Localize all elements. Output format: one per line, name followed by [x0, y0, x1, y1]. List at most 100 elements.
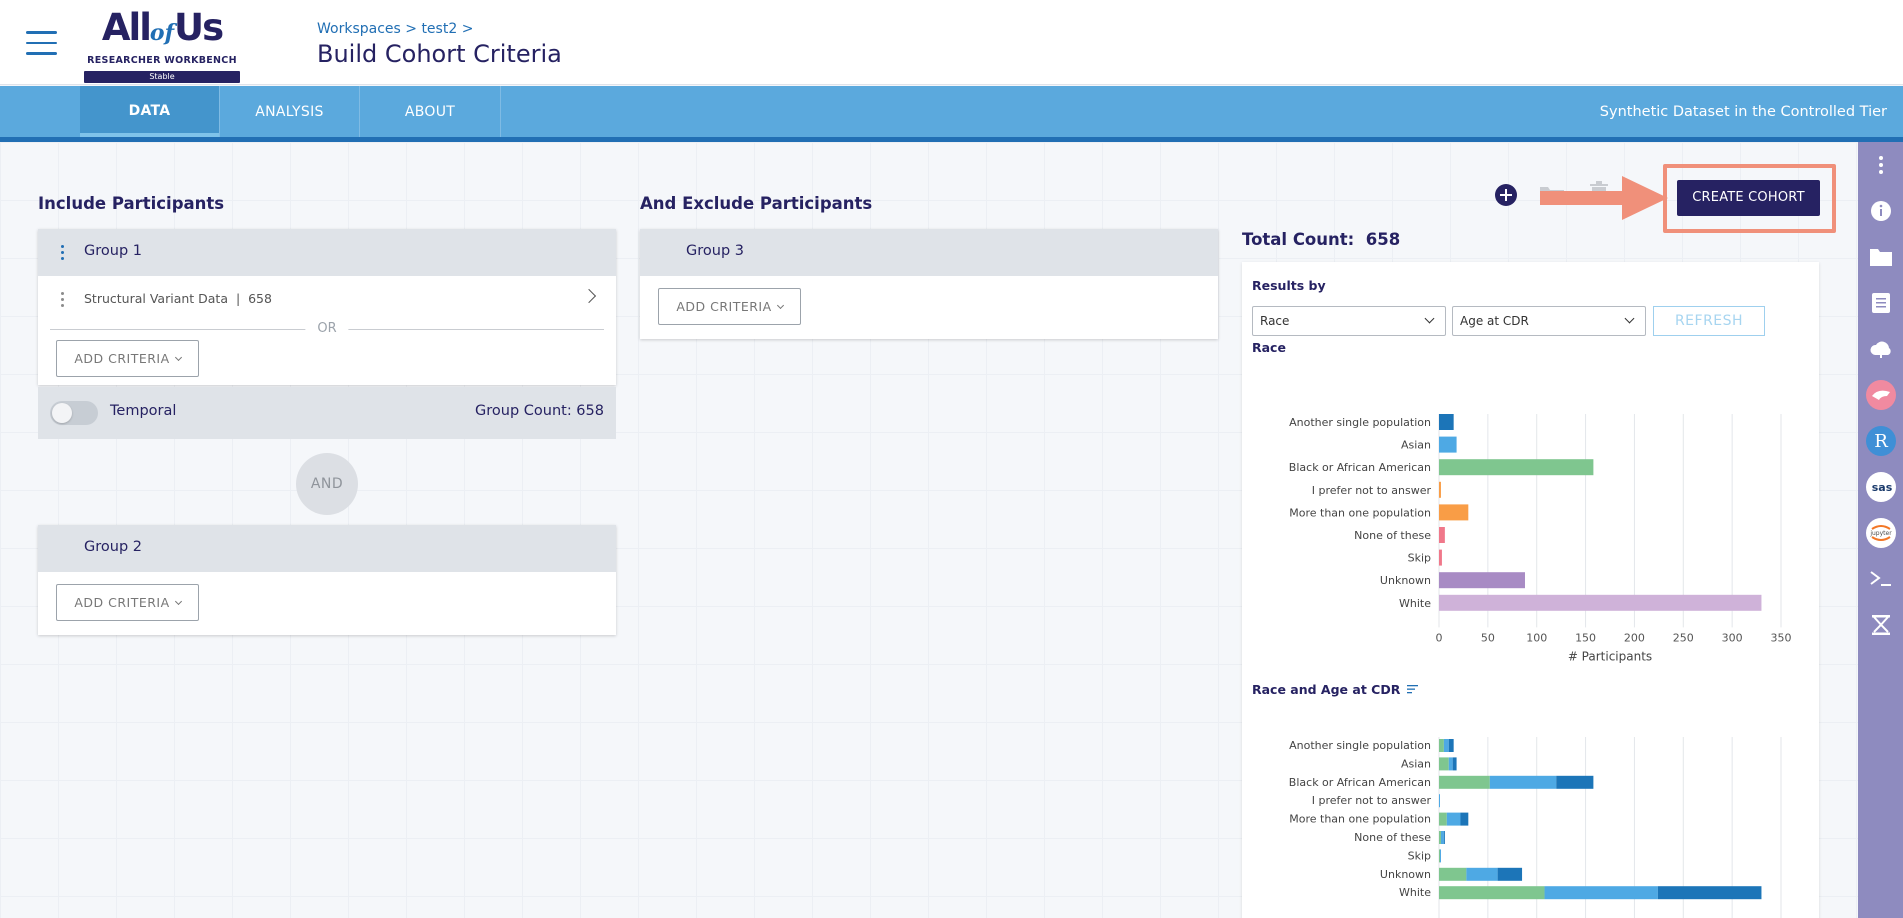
- sort-icon[interactable]: [1406, 684, 1419, 694]
- tab-analysis[interactable]: ANALYSIS: [220, 86, 360, 137]
- chevron-right-icon[interactable]: [581, 288, 597, 304]
- race-age-chart-title: Race and Age at CDR: [1252, 682, 1419, 697]
- right-side-rail: R sas jupyter: [1858, 142, 1903, 918]
- stacked-segment: [1439, 757, 1449, 771]
- breadcrumb[interactable]: Workspaces > test2 >: [317, 21, 473, 37]
- stacked-segment: [1439, 849, 1441, 863]
- app-header: AllofUs RESEARCHER WORKBENCH Stable Work…: [0, 0, 1903, 85]
- or-divider: OR: [50, 322, 604, 336]
- category-label: More than one population: [1289, 813, 1431, 826]
- category-label: Black or African American: [1289, 776, 1431, 789]
- race-chart-title: Race: [1252, 340, 1286, 355]
- cloud-cost-icon[interactable]: [1858, 326, 1903, 372]
- category-label: Unknown: [1380, 574, 1431, 587]
- group-1-menu-icon[interactable]: [61, 245, 65, 261]
- stacked-segment: [1446, 812, 1461, 826]
- stacked-segment: [1439, 812, 1447, 826]
- chevron-down-icon: [1424, 313, 1435, 324]
- results-by-select-2[interactable]: Age at CDR: [1452, 306, 1646, 336]
- results-panel: Results by Race Age at CDR REFRESH Race …: [1242, 262, 1819, 918]
- chevron-down-icon: [776, 301, 784, 310]
- stacked-segment: [1439, 867, 1467, 881]
- chevron-down-icon: [1624, 313, 1635, 324]
- group-2-card: Group 2 ADD CRITERIA: [38, 525, 616, 635]
- info-icon[interactable]: [1858, 188, 1903, 234]
- race-age-stacked-chart: Another single population Asian Black or A…: [1289, 737, 1782, 918]
- race-bar: [1439, 549, 1442, 566]
- category-label: Another single population: [1289, 416, 1431, 429]
- logo-wordmark: AllofUs: [101, 6, 224, 49]
- stacked-segment: [1439, 849, 1440, 863]
- group-2-add-criteria-button[interactable]: ADD CRITERIA: [56, 584, 199, 621]
- group-count-label: Group Count: 658: [475, 403, 604, 419]
- stacked-segment: [1448, 757, 1453, 771]
- category-label: Black or African American: [1289, 461, 1431, 474]
- race-bar: [1439, 572, 1525, 589]
- all-of-us-logo[interactable]: AllofUs RESEARCHER WORKBENCH Stable: [84, 6, 240, 83]
- x-tick-label: 300: [1722, 631, 1743, 644]
- category-label: White: [1399, 886, 1431, 899]
- genomics-icon[interactable]: [1858, 602, 1903, 648]
- x-tick-label: 50: [1481, 631, 1495, 644]
- category-label: Skip: [1408, 552, 1431, 565]
- group-2-title: Group 2: [84, 539, 142, 555]
- group-1-title: Group 1: [84, 243, 142, 259]
- stacked-segment: [1439, 739, 1444, 752]
- group-2-header: Group 2: [38, 525, 616, 572]
- chevron-down-icon: [174, 597, 182, 606]
- stacked-segment: [1439, 886, 1545, 900]
- tab-data[interactable]: DATA: [80, 86, 220, 137]
- create-cohort-button[interactable]: CREATE COHORT: [1677, 180, 1820, 216]
- stacked-segment: [1544, 886, 1658, 900]
- results-by-select-1[interactable]: Race: [1252, 306, 1446, 336]
- group-3-title: Group 3: [686, 243, 744, 259]
- race-bar: [1439, 459, 1594, 476]
- category-label: More than one population: [1289, 506, 1431, 519]
- stacked-segment: [1443, 739, 1449, 752]
- race-bar: [1439, 436, 1457, 453]
- include-participants-heading: Include Participants: [38, 194, 225, 213]
- criteria-menu-icon[interactable]: [61, 292, 65, 308]
- race-bar: [1439, 414, 1454, 430]
- x-tick-label: 350: [1771, 631, 1792, 644]
- category-label: Skip: [1408, 849, 1431, 862]
- chevron-down-icon: [174, 353, 182, 362]
- tab-about[interactable]: ABOUT: [360, 86, 501, 137]
- hamburger-menu-icon[interactable]: [26, 31, 57, 55]
- x-tick-label: 150: [1575, 631, 1596, 644]
- temporal-toggle[interactable]: [50, 401, 98, 425]
- group-1-card: Group 1 Structural Variant Data | 658 OR…: [38, 229, 616, 385]
- x-tick-label: 100: [1526, 631, 1547, 644]
- race-bar-chart: 0 50 100 150 200 250 300 350 Another single popu…: [1289, 414, 1792, 663]
- workspace-nav-bar: DATA ANALYSIS ABOUT Synthetic Dataset in…: [0, 86, 1903, 142]
- stacked-segment: [1489, 775, 1557, 789]
- race-bar: [1439, 481, 1441, 498]
- criteria-item[interactable]: Structural Variant Data | 658: [38, 276, 616, 322]
- r-icon[interactable]: R: [1858, 418, 1903, 464]
- svg-text:sas: sas: [1871, 481, 1892, 494]
- stacked-segment: [1497, 867, 1523, 881]
- more-vert-icon[interactable]: [1858, 142, 1903, 188]
- jupyter-icon[interactable]: jupyter: [1858, 510, 1903, 556]
- add-plus-icon[interactable]: [1494, 183, 1518, 207]
- cromwell-icon[interactable]: [1858, 372, 1903, 418]
- category-label: None of these: [1354, 831, 1431, 844]
- stacked-segment: [1452, 757, 1457, 771]
- group-3-card: Group 3 ADD CRITERIA: [640, 229, 1218, 339]
- stacked-segment: [1443, 831, 1445, 844]
- group-1-add-criteria-button[interactable]: ADD CRITERIA: [56, 340, 199, 377]
- stacked-segment: [1440, 831, 1444, 844]
- x-tick-label: 0: [1436, 631, 1443, 644]
- x-axis-label: # Participants: [1568, 649, 1652, 663]
- sas-icon[interactable]: sas: [1858, 464, 1903, 510]
- terminal-icon[interactable]: [1858, 556, 1903, 602]
- notebook-icon[interactable]: [1858, 280, 1903, 326]
- results-by-label: Results by: [1252, 278, 1326, 293]
- group-3-add-criteria-button[interactable]: ADD CRITERIA: [658, 288, 801, 325]
- race-bar: [1439, 504, 1469, 521]
- refresh-button[interactable]: REFRESH: [1653, 306, 1765, 336]
- or-label: OR: [305, 322, 349, 336]
- folder-icon[interactable]: [1858, 234, 1903, 280]
- stacked-segment: [1466, 867, 1498, 881]
- logo-subtitle: RESEARCHER WORKBENCH: [87, 55, 237, 66]
